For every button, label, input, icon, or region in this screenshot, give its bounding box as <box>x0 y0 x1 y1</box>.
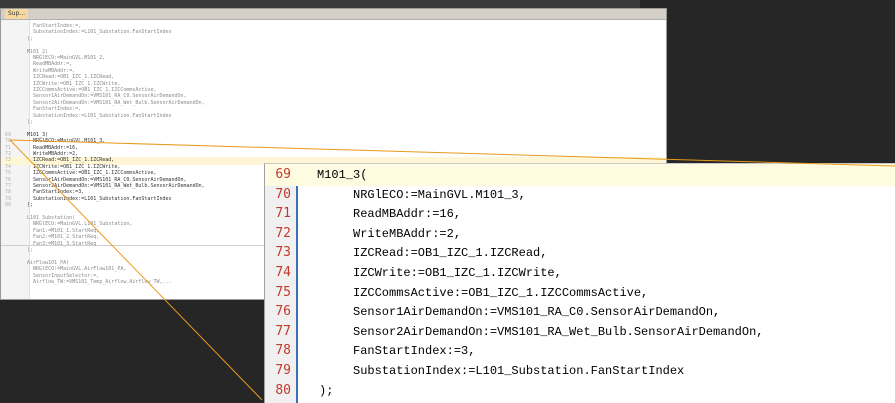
editor-line-text: SubstationIndex:=L101_Substation.FanStar… <box>21 195 172 202</box>
editor-tab-bar: Sup... <box>1 9 666 20</box>
editor-line-text: NRGlECO:=MainGVL.M101_3, <box>21 138 106 145</box>
editor-line-text: ReadMBAddr:=16, <box>21 144 79 151</box>
editor-line-text: NRGlECO:=MainGVL.L101_Substation, <box>21 221 133 228</box>
editor-line-text: Fan1:=M101_1.StartReq, <box>21 227 100 234</box>
editor-line-text: IZCWrite:=OB1_IZC_1.IZCWrite, <box>21 163 121 170</box>
editor-line-text: WriteMBAddr:=, <box>21 67 76 74</box>
editor-line-text: Fan2:=M101_2.StartReq, <box>21 234 100 241</box>
editor-line-text: Sensor2AirDemandOn:=VMS101_RA_Wet_Bulb.S… <box>21 99 205 106</box>
editor-line-text: Sensor2AirDemandOn:=VMS101_RA_Wet_Bulb.S… <box>21 183 205 189</box>
editor-line-text: ); <box>21 247 34 253</box>
editor-line-text: AirFlow101_PA( <box>21 259 70 266</box>
editor-line-text: L101_Substation( <box>21 215 76 221</box>
editor-line-text: IZCCommsActive:=OB1_IZC_1.IZCCommsActive… <box>21 170 157 177</box>
editor-tab[interactable]: Sup... <box>5 9 29 19</box>
editor-line-text: Sensor1AirDemandOn:=VMS101_RA_C0.SensorA… <box>21 93 187 100</box>
editor-line-text: IZCCommsActive:=OB1_IZC_1.IZCCommsActive… <box>21 87 157 93</box>
editor-line-text: SubstationIndex:=L101_Substation.FanStar… <box>21 112 172 119</box>
editor-line-text: ); <box>21 35 34 42</box>
editor-line-text: IZCRead:=OB1_IZC_1.IZCRead, <box>21 157 115 164</box>
editor-line-text: ); <box>21 119 34 125</box>
editor-line-text: IZCWrite:=OB1_IZC_1.IZCWrite, <box>21 80 121 87</box>
editor-line-text: SubstationIndex:=L101_Substation.FanStar… <box>21 29 172 36</box>
zoom-code-line: 80); <box>265 380 895 402</box>
editor-line-text: NRGlECO:=MainGVL.M101_2, <box>21 55 106 61</box>
zoom-line-number: 80 <box>275 382 291 398</box>
editor-line-text: Sensor1AirDemandOn:=VMS101_RA_C0.SensorA… <box>21 176 187 183</box>
editor-line-text: ReadMBAddr:=, <box>21 61 73 68</box>
editor-line-text: M101_3( <box>21 131 49 138</box>
top-banner <box>0 0 640 8</box>
editor-code-line: Airflow_TW:=VMS101_Temp_Airflow.Airflow_… <box>5 279 172 286</box>
editor-line-text: Fan3:=M101_3.StartReq <box>21 240 97 247</box>
editor-line-text: FanStartIndex:=3, <box>21 189 85 196</box>
editor-line-text: FanStartIndex:=, <box>21 106 82 113</box>
zoom-line-code: ); <box>319 383 334 398</box>
editor-line-text: Airflow_TW:=VMS101_Temp_Airflow.Airflow_… <box>21 279 172 285</box>
editor-line-text: FanStartIndex:=, <box>21 23 82 29</box>
editor-line-text: SensorInputSelector:=, <box>21 272 100 279</box>
editor-line-text: M101_2( <box>21 48 49 55</box>
editor-line-text: NRGlECO:=MainGVL.AirFlow101_PA, <box>21 266 127 273</box>
editor-line-text: IZCRead:=OB1_IZC_1.IZCRead, <box>21 74 115 81</box>
editor-line-text: WriteMBAddr:=2, <box>21 151 79 157</box>
editor-line-text: ); <box>21 202 34 209</box>
zoomed-code-panel: 69 M101_3(70 NRGlECO:=MainGVL.M101_3, 71 Rea… <box>264 163 895 403</box>
